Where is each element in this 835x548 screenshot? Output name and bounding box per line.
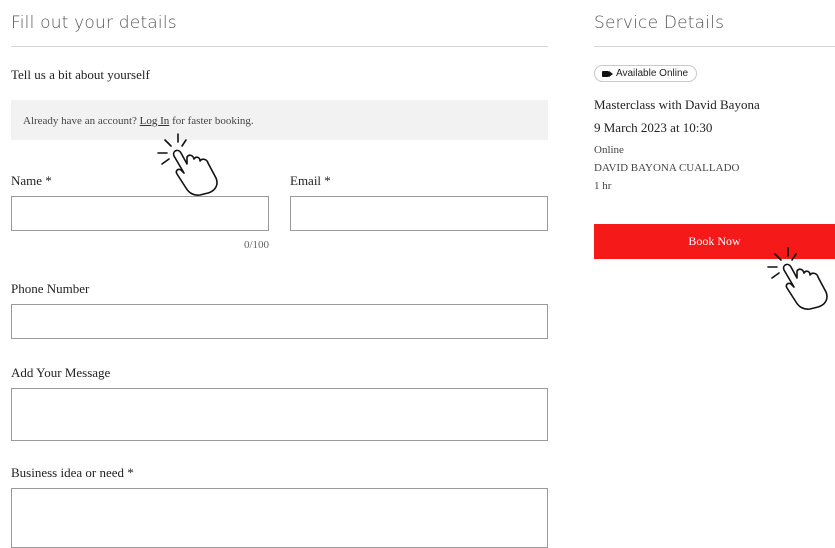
- service-duration: 1 hr: [594, 180, 612, 192]
- service-location: Online: [594, 144, 624, 156]
- email-label: Email *: [290, 173, 331, 188]
- message-label: Add Your Message: [11, 365, 111, 380]
- name-input[interactable]: [11, 196, 269, 231]
- business-textarea[interactable]: [11, 488, 548, 548]
- message-textarea[interactable]: [11, 388, 548, 441]
- email-input[interactable]: [290, 196, 548, 231]
- availability-badge-label: Available Online: [616, 68, 689, 79]
- login-link[interactable]: Log In: [140, 115, 170, 127]
- form-subheading: Tell us a bit about yourself: [11, 67, 150, 82]
- tap-hand-icon: [767, 247, 828, 310]
- service-heading-divider: [594, 46, 835, 47]
- video-camera-icon: [602, 70, 613, 77]
- availability-badge: Available Online: [594, 65, 698, 82]
- service-host: DAVID BAYONA CUALLADO: [594, 162, 740, 174]
- service-datetime: 9 March 2023 at 10:30: [594, 120, 713, 135]
- login-notice-suffix: for faster booking.: [172, 115, 254, 127]
- name-char-counter: 0/100: [243, 239, 269, 251]
- business-label: Business idea or need *: [11, 465, 134, 480]
- phone-input[interactable]: [11, 304, 548, 339]
- name-label: Name *: [11, 173, 52, 188]
- service-title: Masterclass with David Bayona: [594, 97, 760, 112]
- tap-hand-icon: [157, 133, 218, 196]
- form-heading-divider: [11, 46, 548, 47]
- login-notice: Already have an account? Log In for fast…: [11, 100, 548, 140]
- service-heading: Service Details: [594, 13, 725, 33]
- login-notice-prefix: Already have an account?: [23, 115, 137, 127]
- login-notice-text: Already have an account? Log In for fast…: [23, 115, 254, 127]
- phone-label: Phone Number: [11, 281, 90, 296]
- form-heading: Fill out your details: [11, 13, 177, 33]
